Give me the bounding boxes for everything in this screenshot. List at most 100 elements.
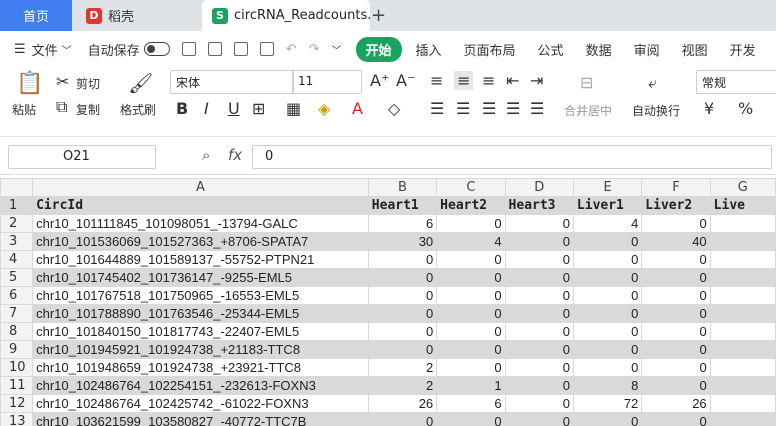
count-cell[interactable]: 0 [367,322,438,341]
hamburger-menu-icon[interactable]: ☰ [14,42,26,57]
row-header[interactable]: 6 [0,286,34,305]
ribbon-tab-home[interactable]: 开始 [355,36,402,62]
count-cell[interactable]: 0 [641,340,711,359]
align-right-icon[interactable]: ☰ [482,99,496,118]
tab-spreadsheet[interactable]: S circRNA_Readcounts.xls [202,0,370,31]
justify-icon[interactable]: ☰ [506,99,520,118]
ribbon-tab-developer[interactable]: 开发 [730,40,756,59]
align-center-icon[interactable]: ☰ [456,99,470,118]
count-cell[interactable]: 4 [436,232,506,251]
undo-icon[interactable]: ↶ [286,42,297,57]
empty-cell[interactable] [709,376,776,395]
count-cell[interactable]: 0 [367,304,438,323]
merge-center-button[interactable]: 合并居中 [564,102,612,119]
new-tab-plus-icon[interactable]: + [371,5,386,26]
format-painter-button[interactable]: 格式刷 [120,101,156,118]
ribbon-tab-view[interactable]: 视图 [682,40,708,59]
column-header-e[interactable]: E [572,178,643,197]
count-cell[interactable]: 0 [572,358,643,377]
count-cell[interactable]: 0 [641,286,711,305]
ribbon-tab-review[interactable]: 审阅 [634,40,660,59]
count-cell[interactable]: 4 [572,214,643,233]
count-cell[interactable]: 0 [641,304,711,323]
empty-cell[interactable] [709,232,776,251]
count-cell[interactable]: 0 [504,286,574,305]
row-header[interactable]: 1 [0,196,34,215]
column-header-f[interactable]: F [641,178,711,197]
count-cell[interactable]: 8 [572,376,643,395]
count-cell[interactable]: 1 [436,376,506,395]
count-cell[interactable]: 0 [504,232,574,251]
print-icon[interactable] [233,42,248,56]
count-cell[interactable]: 0 [436,286,506,305]
increase-font-icon[interactable]: A⁺ [370,71,389,90]
font-name-select[interactable]: 宋体 [170,70,294,94]
column-header-a[interactable]: A [32,178,369,197]
quick-access-more-icon[interactable]: ﹀ [332,42,342,57]
count-cell[interactable]: 0 [504,376,574,395]
align-bottom-icon[interactable]: ≡ [482,71,495,90]
font-size-select[interactable]: 11 [292,70,362,94]
empty-cell[interactable] [709,250,776,269]
count-cell[interactable]: 0 [504,394,574,413]
increase-indent-icon[interactable]: ⇥ [530,71,543,90]
align-middle-icon[interactable]: ≡ [454,71,474,90]
count-cell[interactable]: 0 [504,358,574,377]
fill-color-icon[interactable]: ◈ [318,99,330,118]
count-cell[interactable]: 0 [641,268,711,287]
paste-button[interactable]: 粘贴 [12,101,36,118]
count-cell[interactable]: 0 [436,268,506,287]
italic-icon[interactable]: I [204,99,209,118]
count-cell[interactable]: 0 [504,304,574,323]
circ-id-cell[interactable]: chr10_103621599_103580827_-40772-TTC7B [32,412,369,426]
row-header[interactable]: 7 [0,304,34,323]
circ-id-cell[interactable]: chr10_101767518_101750965_-16553-EML5 [32,286,369,305]
tab-docer[interactable]: D 稻壳 [74,0,198,31]
count-cell[interactable]: 0 [572,268,643,287]
redo-icon[interactable]: ↷ [309,42,320,57]
count-cell[interactable]: 0 [641,358,711,377]
count-cell[interactable]: 0 [367,340,438,359]
count-cell[interactable]: 0 [436,214,506,233]
format-painter-icon[interactable]: 🖌 [128,71,153,95]
file-menu[interactable]: 文件 [32,40,58,59]
circ-id-cell[interactable]: chr10_101536069_101527363_+8706-SPATA7 [32,232,369,251]
count-cell[interactable]: 26 [367,394,438,413]
header-cell[interactable]: Heart2 [436,196,506,215]
row-header[interactable]: 9 [0,340,34,359]
header-cell[interactable]: Heart3 [504,196,574,215]
count-cell[interactable]: 0 [504,250,574,269]
empty-cell[interactable] [709,304,776,323]
count-cell[interactable]: 0 [504,322,574,341]
bold-icon[interactable]: B [176,99,188,118]
row-header[interactable]: 3 [0,232,34,251]
circ-id-cell[interactable]: chr10_102486764_102425742_-61022-FOXN3 [32,394,369,413]
name-box[interactable]: O21 [8,145,156,169]
count-cell[interactable]: 2 [367,376,438,395]
count-cell[interactable]: 0 [436,250,506,269]
export-pdf-icon[interactable] [207,42,222,56]
wrap-text-icon[interactable]: ⤶ [648,73,657,93]
count-cell[interactable]: 0 [367,250,438,269]
count-cell[interactable]: 0 [436,322,506,341]
count-cell[interactable]: 72 [572,394,643,413]
circ-id-cell[interactable]: chr10_101788890_101763546_-25344-EML5 [32,304,369,323]
count-cell[interactable]: 0 [572,412,643,426]
count-cell[interactable]: 0 [641,376,711,395]
align-left-icon[interactable]: ☰ [430,99,444,118]
empty-cell[interactable] [709,322,776,341]
count-cell[interactable]: 0 [504,214,574,233]
count-cell[interactable]: 0 [367,286,438,305]
select-all-corner[interactable] [0,178,34,197]
count-cell[interactable]: 0 [572,322,643,341]
circ-id-cell[interactable]: chr10_102486764_102254151_-232613-FOXN3 [32,376,369,395]
copy-button[interactable]: 复制 [76,101,100,118]
chevron-down-icon[interactable]: ﹀ [62,42,72,57]
save-icon[interactable] [181,42,196,56]
column-header-c[interactable]: C [436,178,506,197]
cut-button[interactable]: 剪切 [76,75,100,92]
circ-id-cell[interactable]: chr10_101945921_101924738_+21183-TTC8 [32,340,369,359]
percent-icon[interactable]: % [738,99,753,118]
tab-home[interactable]: 首页 [0,0,72,31]
column-header-g[interactable]: G [709,178,776,197]
